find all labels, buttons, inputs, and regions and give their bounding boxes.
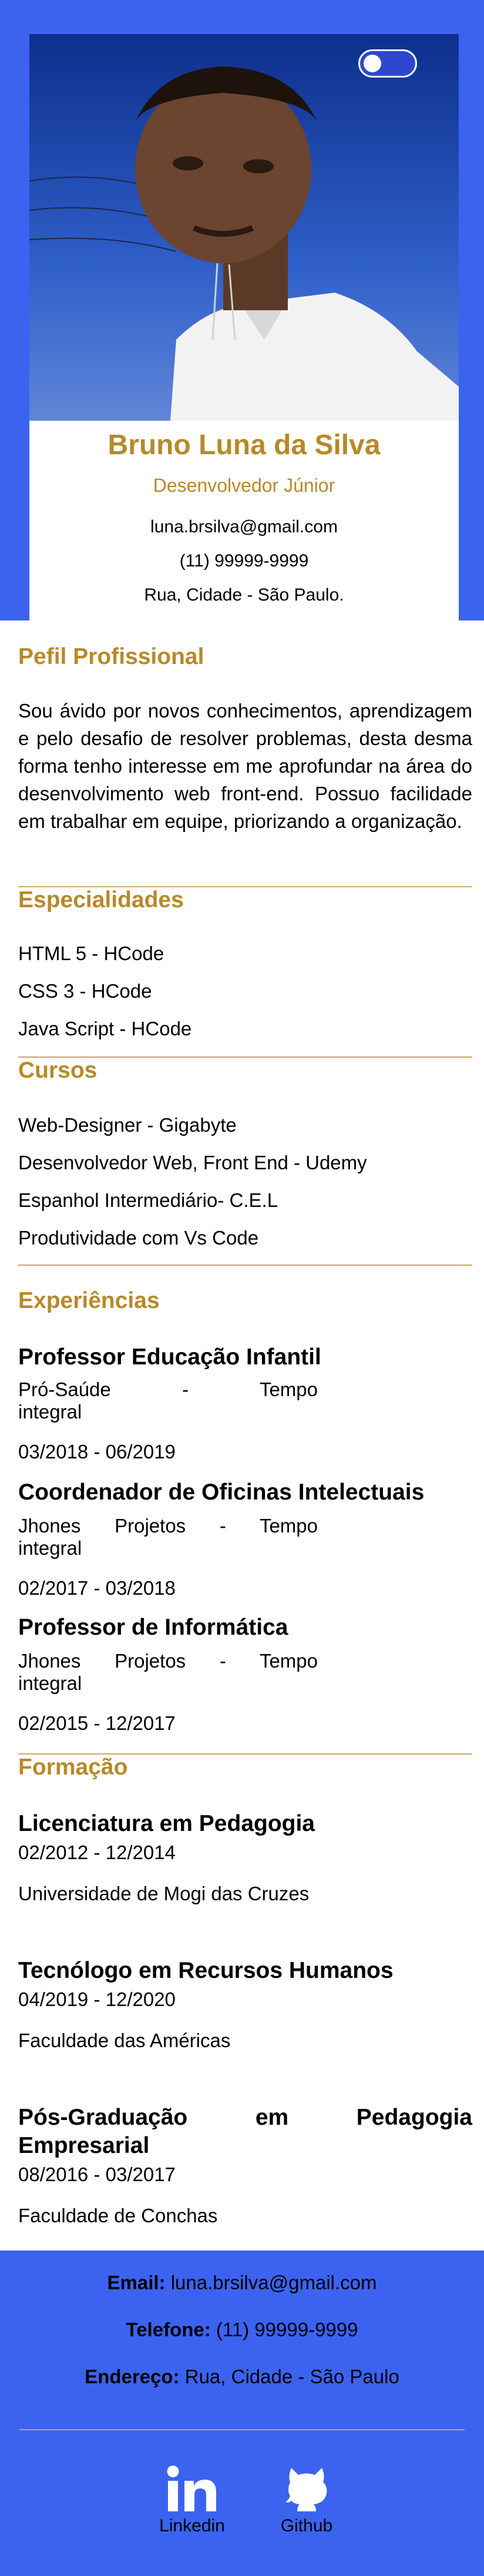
footer-address-label: Endereço: (85, 2366, 180, 2387)
job-place: Jhones Projetos - Tempo integral (18, 1650, 318, 1695)
profile-photo (29, 34, 459, 421)
job-period: 02/2015 - 12/2017 (18, 1712, 176, 1734)
education-course: Pós-Graduação em Pedagogia (18, 2105, 472, 2130)
footer-phone-value: (11) 99999-9999 (216, 2319, 358, 2340)
linkedin-link[interactable]: Linkedin (148, 2466, 236, 2536)
github-icon (285, 2468, 327, 2511)
job-place-line: Jhones Projetos - Tempo (18, 1515, 318, 1537)
education-period: 04/2019 - 12/2020 (18, 1988, 176, 2010)
job-title: Professor de Informática (18, 1615, 288, 1640)
education-school: Faculdade de Conchas (18, 2205, 218, 2226)
job-period: 03/2018 - 06/2019 (18, 1441, 176, 1463)
job-place-line: integral (18, 1537, 82, 1559)
experience-section-title: Experiências (18, 1288, 160, 1313)
job-period: 02/2017 - 03/2018 (18, 1577, 176, 1599)
job-place-line: integral (18, 1401, 82, 1423)
github-label: Github (280, 2516, 333, 2535)
job-title: Professor Educação Infantil (18, 1344, 321, 1370)
courses-section-title: Cursos (18, 1058, 98, 1083)
course-item: Desenvolvedor Web, Front End - Udemy (18, 1152, 367, 1173)
profile-section-title: Pefil Profissional (18, 644, 204, 669)
job-place: Jhones Projetos - Tempo integral (18, 1515, 318, 1559)
footer-email-value: luna.brsilva@gmail.com (170, 2272, 377, 2293)
header-phone: (11) 99999-9999 (179, 551, 309, 571)
footer-phone: Telefone: (11) 99999-9999 (0, 2319, 484, 2341)
education-school: Faculdade das Américas (18, 2030, 231, 2051)
footer-address-value: Rua, Cidade - São Paulo (184, 2366, 399, 2387)
profile-text: Sou ávido por novos conhecimentos, apren… (18, 700, 472, 832)
education-course: Tecnólogo em Recursos Humanos (18, 1958, 394, 1983)
education-section-title: Formação (18, 1755, 128, 1780)
linkedin-label: Linkedin (159, 2516, 225, 2535)
course-item: Web-Designer - Gigabyte (18, 1114, 237, 1136)
education-course: Empresarial (18, 2133, 150, 2158)
footer-address: Endereço: Rua, Cidade - São Paulo (0, 2366, 484, 2388)
linkedin-icon (167, 2466, 216, 2511)
education-period: 08/2016 - 03/2017 (18, 2164, 176, 2185)
skills-section-title: Especialidades (18, 887, 184, 913)
footer-divider (19, 2429, 465, 2430)
education-school: Universidade de Mogi das Cruzes (18, 1883, 310, 1904)
skill-item: Java Script - HCode (18, 1018, 192, 1039)
theme-toggle[interactable] (358, 49, 417, 78)
profile-role: Desenvolvedor Júnior (153, 475, 335, 496)
education-course: Licenciatura em Pedagogia (18, 1811, 315, 1836)
skill-item: CSS 3 - HCode (18, 980, 152, 1002)
footer: Email: luna.brsilva@gmail.com Telefone: … (0, 2250, 484, 2576)
profile-card: Bruno Luna da Silva Desenvolvedor Júnior… (29, 34, 459, 620)
job-place-line: Pró-Saúde - Tempo (18, 1378, 318, 1400)
github-link[interactable]: Github (265, 2466, 348, 2536)
course-item: Espanhol Intermediário- C.E.L (18, 1189, 278, 1211)
job-place: Pró-Saúde - Tempo integral (18, 1378, 318, 1423)
footer-phone-label: Telefone: (126, 2319, 211, 2340)
profile-name: Bruno Luna da Silva (107, 430, 381, 461)
toggle-knob (364, 55, 381, 72)
header-email: luna.brsilva@gmail.com (150, 517, 338, 536)
header-address: Rua, Cidade - São Paulo. (144, 585, 344, 605)
job-place-line: integral (18, 1672, 82, 1694)
footer-email-label: Email: (107, 2272, 166, 2293)
job-place-line: Jhones Projetos - Tempo (18, 1650, 318, 1672)
footer-email: Email: luna.brsilva@gmail.com (0, 2272, 484, 2294)
skill-item: HTML 5 - HCode (18, 942, 164, 964)
education-period: 02/2012 - 12/2014 (18, 1842, 176, 1863)
course-item: Produtividade com Vs Code (18, 1227, 259, 1249)
section-divider (18, 1264, 472, 1266)
job-title: Coordenador de Oficinas Intelectuais (18, 1480, 425, 1505)
